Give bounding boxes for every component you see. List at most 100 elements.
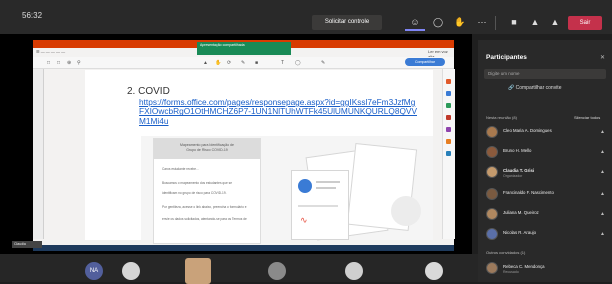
participant-role: Organizador	[503, 174, 523, 178]
meeting-top-bar: 56:32 Solicitar controle ☺ ◯ ✋ ⋯ ■ ▲ ▲ S…	[0, 0, 612, 34]
shape-icon[interactable]: ◯	[295, 60, 301, 66]
toolbar-divider	[495, 16, 496, 30]
participant-video-thumbnail[interactable]	[268, 262, 286, 280]
taskbar	[33, 245, 454, 251]
other-invitees-section-label[interactable]: Outros convidados (1)	[486, 250, 525, 255]
request-control-button[interactable]: Solicitar controle	[312, 15, 382, 30]
highlight-icon[interactable]: ■	[255, 60, 258, 66]
participants-panel: Participantes ✕ Digite um nome 🔗 Compart…	[478, 40, 612, 282]
mic-icon[interactable]: ▲	[525, 15, 545, 29]
rotate-icon[interactable]: ⟳	[227, 60, 231, 66]
section-heading: 2. COVID	[127, 86, 170, 97]
in-meeting-section-label[interactable]: Nesta reunião (8)	[486, 115, 517, 120]
rail-tool-icon[interactable]	[446, 115, 451, 120]
form-line	[298, 205, 338, 207]
participant-video-thumbnail[interactable]	[425, 262, 443, 280]
notification-text: Apresentação compartilhada	[200, 43, 245, 47]
share-screen-icon[interactable]: ▲	[545, 15, 565, 29]
mic-icon: ▲	[600, 169, 605, 175]
avatar	[486, 262, 498, 274]
profile-icon	[298, 179, 312, 193]
cursor-icon[interactable]: ▲	[203, 60, 208, 66]
shared-app-window: ☰ — — — — — Ler em voz alta Apresentação…	[33, 40, 455, 245]
avatar	[486, 166, 498, 178]
pen-icon[interactable]: ✎	[241, 60, 245, 66]
participant-name: Bruno H. Mello	[503, 148, 532, 153]
participant-item[interactable]: Nicolas R. Araujo ▲	[486, 228, 608, 242]
chat-icon[interactable]: ◯	[428, 15, 448, 29]
form-text-line: envie os dados solicitados, atentando-se…	[162, 217, 247, 221]
form-line	[316, 181, 340, 183]
form-title-line2: Grupo de Risco COVID-19	[186, 148, 228, 152]
print-icon[interactable]: □	[57, 60, 60, 66]
participant-name: Juliana M. Queiroz	[503, 210, 539, 215]
form-preview-header: Mapeamento para Identificação de Grupo d…	[154, 139, 260, 159]
participant-item[interactable]: Rebeca C. Mendonça Recusado	[486, 262, 608, 276]
participant-name: Nicolas R. Araujo	[503, 230, 536, 235]
sign-icon[interactable]: ✎	[321, 60, 325, 66]
form-line	[316, 187, 336, 189]
participant-item[interactable]: Francinaldo F. Nascimento ▲	[486, 188, 608, 202]
form-text-line: Buscamos o mapeamento dos estudantes que…	[162, 181, 232, 185]
form-text-line: Caros estudante recebe...	[162, 167, 199, 171]
rail-tool-icon[interactable]	[446, 103, 451, 108]
share-notification: Apresentação compartilhada	[197, 42, 291, 55]
mic-icon: ▲	[600, 129, 605, 135]
reactions-icon[interactable]: ✋	[450, 15, 470, 29]
share-invite-button[interactable]: 🔗 Compartilhar convite	[508, 85, 561, 91]
participant-search-input[interactable]: Digite um nome	[484, 69, 606, 79]
app-toolbar: □ □ ⊕ ⚲ ▲ ✋ ⟳ ✎ ■ T ◯ ✎	[33, 57, 454, 69]
camera-icon[interactable]: ■	[504, 15, 524, 29]
rail-tool-icon[interactable]	[446, 79, 451, 84]
more-options-icon[interactable]: ⋯	[472, 15, 492, 29]
form-text-line: Por gentileza, acesse o link abaixo, pre…	[162, 205, 247, 209]
avatar	[486, 126, 498, 138]
participant-video-thumbnail[interactable]	[185, 258, 211, 284]
avatar	[486, 146, 498, 158]
form-preview-card: Mapeamento para Identificação de Grupo d…	[153, 138, 261, 244]
mic-icon: ▲	[600, 211, 605, 217]
form-text-line: identificam no grupo de risco para COVID…	[162, 191, 227, 195]
participant-video-thumbnail[interactable]	[122, 262, 140, 280]
participant-name: Cleo Maria A. Domingues	[503, 128, 552, 133]
mic-icon: ▲	[600, 149, 605, 155]
right-tool-rail	[442, 69, 455, 239]
participant-role: Recusado	[503, 270, 519, 274]
mic-icon: ▲	[600, 231, 605, 237]
meeting-timer: 56:32	[22, 11, 43, 20]
participants-icon[interactable]: ☺	[405, 15, 425, 31]
participant-video-thumbnail[interactable]	[345, 262, 363, 280]
share-pill-button[interactable]: Compartilhar	[405, 58, 445, 66]
decorative-circle	[391, 196, 421, 226]
avatar	[486, 228, 498, 240]
rail-tool-icon[interactable]	[446, 151, 451, 156]
close-icon[interactable]: ✕	[600, 54, 605, 61]
participant-item[interactable]: Cleo Maria A. Domingues ▲	[486, 126, 608, 140]
document-page: 2. COVID https://forms.office.com/pages/…	[85, 70, 433, 244]
participant-name: Rebeca C. Mendonça	[503, 264, 545, 269]
avatar	[486, 188, 498, 200]
presenter-name-tag: Claudia	[12, 241, 42, 248]
app-menu: ☰ — — — — —	[36, 49, 66, 54]
heartbeat-icon: ∿	[300, 215, 308, 225]
rail-tool-icon[interactable]	[446, 139, 451, 144]
text-icon[interactable]: T	[281, 60, 284, 66]
leave-button[interactable]: Sair	[568, 16, 602, 30]
participant-name: Claudia T. Grisi	[503, 168, 535, 173]
participant-item[interactable]: Claudia T. Grisi Organizador ▲	[486, 166, 608, 180]
save-icon[interactable]: □	[47, 60, 50, 66]
rail-tool-icon[interactable]	[446, 91, 451, 96]
search-icon[interactable]: ⚲	[77, 60, 81, 66]
zoom-icon[interactable]: ⊕	[67, 60, 71, 66]
mute-all-button[interactable]: Silenciar todos	[574, 115, 600, 120]
initials-avatar[interactable]: NA	[85, 262, 103, 280]
form-link[interactable]: https://forms.office.com/pages/responsep…	[139, 97, 419, 126]
share-invite-label: Compartilhar convite	[515, 85, 562, 91]
video-strip: NA	[0, 254, 478, 284]
hand-icon[interactable]: ✋	[215, 60, 221, 66]
panel-title: Participantes	[486, 54, 527, 61]
thumbnail-panel	[33, 69, 44, 239]
participant-item[interactable]: Juliana M. Queiroz ▲	[486, 208, 608, 222]
rail-tool-icon[interactable]	[446, 127, 451, 132]
participant-item[interactable]: Bruno H. Mello ▲	[486, 146, 608, 160]
